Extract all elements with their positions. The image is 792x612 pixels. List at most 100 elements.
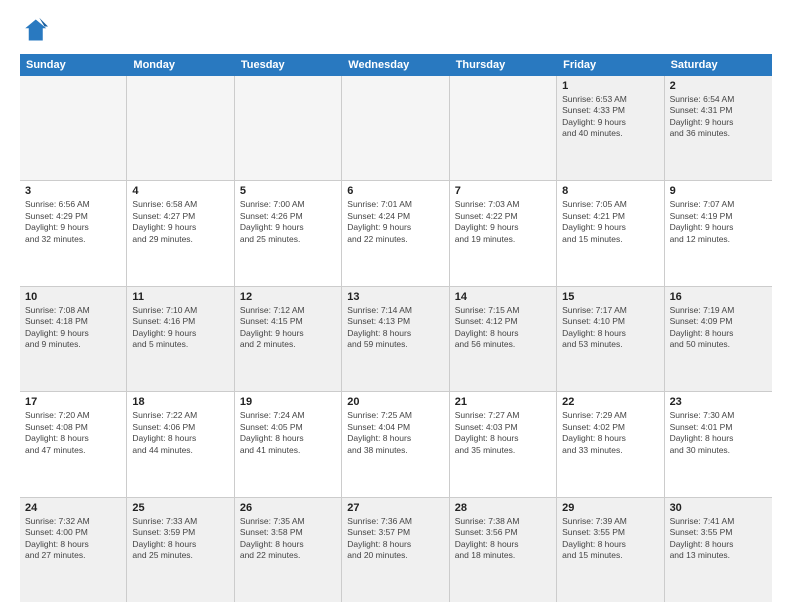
calendar-cell: 15 Sunrise: 7:17 AM Sunset: 4:10 PM Dayli… bbox=[557, 287, 664, 391]
day-info: Sunrise: 7:19 AM Sunset: 4:09 PM Dayligh… bbox=[670, 305, 767, 351]
page: SundayMondayTuesdayWednesdayThursdayFrid… bbox=[0, 0, 792, 612]
day-info: Sunrise: 7:29 AM Sunset: 4:02 PM Dayligh… bbox=[562, 410, 658, 456]
calendar-cell: 20 Sunrise: 7:25 AM Sunset: 4:04 PM Dayli… bbox=[342, 392, 449, 496]
day-number: 30 bbox=[670, 502, 767, 514]
calendar-cell: 17Sunrise: 7:20 AM Sunset: 4:08 PM Dayli… bbox=[20, 392, 127, 496]
day-number: 11 bbox=[132, 291, 228, 303]
header-day-thursday: Thursday bbox=[450, 54, 557, 76]
day-info: Sunrise: 7:39 AM Sunset: 3:55 PM Dayligh… bbox=[562, 516, 658, 562]
day-number: 16 bbox=[670, 291, 767, 303]
calendar-cell bbox=[20, 76, 127, 180]
day-info: Sunrise: 7:01 AM Sunset: 4:24 PM Dayligh… bbox=[347, 199, 443, 245]
calendar-cell: 26Sunrise: 7:35 AM Sunset: 3:58 PM Dayli… bbox=[235, 498, 342, 602]
day-info: Sunrise: 7:12 AM Sunset: 4:15 PM Dayligh… bbox=[240, 305, 336, 351]
calendar-cell: 7 Sunrise: 7:03 AM Sunset: 4:22 PM Daylig… bbox=[450, 181, 557, 285]
day-number: 19 bbox=[240, 396, 336, 408]
day-info: Sunrise: 7:07 AM Sunset: 4:19 PM Dayligh… bbox=[670, 199, 767, 245]
calendar-cell: 12 Sunrise: 7:12 AM Sunset: 4:15 PM Dayli… bbox=[235, 287, 342, 391]
day-info: Sunrise: 7:22 AM Sunset: 4:06 PM Dayligh… bbox=[132, 410, 228, 456]
day-info: Sunrise: 6:58 AM Sunset: 4:27 PM Dayligh… bbox=[132, 199, 228, 245]
day-number: 8 bbox=[562, 185, 658, 197]
calendar-cell: 22Sunrise: 7:29 AM Sunset: 4:02 PM Dayli… bbox=[557, 392, 664, 496]
calendar-cell: 30 Sunrise: 7:41 AM Sunset: 3:55 PM Dayli… bbox=[665, 498, 772, 602]
calendar-cell: 24 Sunrise: 7:32 AM Sunset: 4:00 PM Dayli… bbox=[20, 498, 127, 602]
day-number: 4 bbox=[132, 185, 228, 197]
day-number: 12 bbox=[240, 291, 336, 303]
day-number: 13 bbox=[347, 291, 443, 303]
day-info: Sunrise: 7:32 AM Sunset: 4:00 PM Dayligh… bbox=[25, 516, 121, 562]
day-number: 14 bbox=[455, 291, 551, 303]
day-number: 20 bbox=[347, 396, 443, 408]
day-info: Sunrise: 6:56 AM Sunset: 4:29 PM Dayligh… bbox=[25, 199, 121, 245]
day-number: 29 bbox=[562, 502, 658, 514]
calendar-cell: 27 Sunrise: 7:36 AM Sunset: 3:57 PM Dayli… bbox=[342, 498, 449, 602]
header bbox=[20, 16, 772, 44]
day-info: Sunrise: 7:30 AM Sunset: 4:01 PM Dayligh… bbox=[670, 410, 767, 456]
day-number: 21 bbox=[455, 396, 551, 408]
day-number: 15 bbox=[562, 291, 658, 303]
calendar-cell: 4 Sunrise: 6:58 AM Sunset: 4:27 PM Daylig… bbox=[127, 181, 234, 285]
calendar-cell: 11 Sunrise: 7:10 AM Sunset: 4:16 PM Dayli… bbox=[127, 287, 234, 391]
logo bbox=[20, 16, 52, 44]
calendar: SundayMondayTuesdayWednesdayThursdayFrid… bbox=[20, 54, 772, 602]
day-info: Sunrise: 7:36 AM Sunset: 3:57 PM Dayligh… bbox=[347, 516, 443, 562]
day-number: 23 bbox=[670, 396, 767, 408]
calendar-cell: 2 Sunrise: 6:54 AM Sunset: 4:31 PM Daylig… bbox=[665, 76, 772, 180]
day-info: Sunrise: 7:33 AM Sunset: 3:59 PM Dayligh… bbox=[132, 516, 228, 562]
logo-icon bbox=[20, 16, 48, 44]
calendar-cell bbox=[342, 76, 449, 180]
day-info: Sunrise: 7:14 AM Sunset: 4:13 PM Dayligh… bbox=[347, 305, 443, 351]
calendar-cell: 13 Sunrise: 7:14 AM Sunset: 4:13 PM Dayli… bbox=[342, 287, 449, 391]
header-day-friday: Friday bbox=[557, 54, 664, 76]
calendar-cell: 18 Sunrise: 7:22 AM Sunset: 4:06 PM Dayli… bbox=[127, 392, 234, 496]
day-number: 1 bbox=[562, 80, 658, 92]
calendar-cell: 3Sunrise: 6:56 AM Sunset: 4:29 PM Daylig… bbox=[20, 181, 127, 285]
calendar-cell: 28 Sunrise: 7:38 AM Sunset: 3:56 PM Dayli… bbox=[450, 498, 557, 602]
calendar-week-1: 1Sunrise: 6:53 AM Sunset: 4:33 PM Daylig… bbox=[20, 76, 772, 181]
header-day-saturday: Saturday bbox=[665, 54, 772, 76]
day-info: Sunrise: 6:54 AM Sunset: 4:31 PM Dayligh… bbox=[670, 94, 767, 140]
day-info: Sunrise: 7:20 AM Sunset: 4:08 PM Dayligh… bbox=[25, 410, 121, 456]
day-number: 28 bbox=[455, 502, 551, 514]
calendar-cell: 23 Sunrise: 7:30 AM Sunset: 4:01 PM Dayli… bbox=[665, 392, 772, 496]
day-number: 27 bbox=[347, 502, 443, 514]
day-number: 5 bbox=[240, 185, 336, 197]
calendar-week-2: 3Sunrise: 6:56 AM Sunset: 4:29 PM Daylig… bbox=[20, 181, 772, 286]
day-number: 25 bbox=[132, 502, 228, 514]
day-number: 24 bbox=[25, 502, 121, 514]
day-info: Sunrise: 7:17 AM Sunset: 4:10 PM Dayligh… bbox=[562, 305, 658, 351]
day-info: Sunrise: 7:35 AM Sunset: 3:58 PM Dayligh… bbox=[240, 516, 336, 562]
day-info: Sunrise: 7:10 AM Sunset: 4:16 PM Dayligh… bbox=[132, 305, 228, 351]
calendar-cell: 1Sunrise: 6:53 AM Sunset: 4:33 PM Daylig… bbox=[557, 76, 664, 180]
day-number: 10 bbox=[25, 291, 121, 303]
header-day-tuesday: Tuesday bbox=[235, 54, 342, 76]
day-info: Sunrise: 7:03 AM Sunset: 4:22 PM Dayligh… bbox=[455, 199, 551, 245]
calendar-cell: 29 Sunrise: 7:39 AM Sunset: 3:55 PM Dayli… bbox=[557, 498, 664, 602]
day-info: Sunrise: 7:00 AM Sunset: 4:26 PM Dayligh… bbox=[240, 199, 336, 245]
day-info: Sunrise: 7:41 AM Sunset: 3:55 PM Dayligh… bbox=[670, 516, 767, 562]
calendar-cell: 16 Sunrise: 7:19 AM Sunset: 4:09 PM Dayli… bbox=[665, 287, 772, 391]
calendar-cell: 5 Sunrise: 7:00 AM Sunset: 4:26 PM Daylig… bbox=[235, 181, 342, 285]
calendar-cell: 6 Sunrise: 7:01 AM Sunset: 4:24 PM Daylig… bbox=[342, 181, 449, 285]
calendar-body: 1Sunrise: 6:53 AM Sunset: 4:33 PM Daylig… bbox=[20, 76, 772, 602]
calendar-cell: 14Sunrise: 7:15 AM Sunset: 4:12 PM Dayli… bbox=[450, 287, 557, 391]
day-info: Sunrise: 7:27 AM Sunset: 4:03 PM Dayligh… bbox=[455, 410, 551, 456]
day-info: Sunrise: 7:24 AM Sunset: 4:05 PM Dayligh… bbox=[240, 410, 336, 456]
calendar-cell: 8 Sunrise: 7:05 AM Sunset: 4:21 PM Daylig… bbox=[557, 181, 664, 285]
day-info: Sunrise: 7:25 AM Sunset: 4:04 PM Dayligh… bbox=[347, 410, 443, 456]
day-number: 6 bbox=[347, 185, 443, 197]
day-number: 7 bbox=[455, 185, 551, 197]
day-number: 2 bbox=[670, 80, 767, 92]
calendar-cell: 21 Sunrise: 7:27 AM Sunset: 4:03 PM Dayli… bbox=[450, 392, 557, 496]
calendar-cell: 19 Sunrise: 7:24 AM Sunset: 4:05 PM Dayli… bbox=[235, 392, 342, 496]
header-day-sunday: Sunday bbox=[20, 54, 127, 76]
calendar-cell: 9Sunrise: 7:07 AM Sunset: 4:19 PM Daylig… bbox=[665, 181, 772, 285]
calendar-cell bbox=[235, 76, 342, 180]
day-info: Sunrise: 7:05 AM Sunset: 4:21 PM Dayligh… bbox=[562, 199, 658, 245]
header-day-wednesday: Wednesday bbox=[342, 54, 449, 76]
day-info: Sunrise: 7:38 AM Sunset: 3:56 PM Dayligh… bbox=[455, 516, 551, 562]
calendar-week-4: 17Sunrise: 7:20 AM Sunset: 4:08 PM Dayli… bbox=[20, 392, 772, 497]
calendar-header: SundayMondayTuesdayWednesdayThursdayFrid… bbox=[20, 54, 772, 76]
day-number: 18 bbox=[132, 396, 228, 408]
calendar-week-3: 10Sunrise: 7:08 AM Sunset: 4:18 PM Dayli… bbox=[20, 287, 772, 392]
